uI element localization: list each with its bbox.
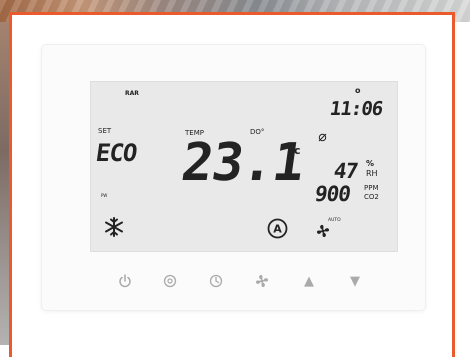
down-button[interactable]: ▼ [345, 271, 365, 291]
fan-icon [316, 223, 330, 242]
background-edge [0, 22, 9, 345]
set-label: SET [98, 127, 112, 135]
humidity-percent: % [366, 159, 375, 168]
fan-auto-label: AUTO [328, 218, 341, 223]
fan-button[interactable] [252, 271, 272, 291]
temperature-unit: c [294, 144, 301, 157]
lock-slash-icon [318, 127, 327, 146]
svg-text:A: A [273, 223, 282, 236]
auto-mode-icon: A [267, 218, 288, 243]
clock-button[interactable] [206, 271, 226, 291]
co2-value: 900 [313, 182, 352, 206]
fan-icon [255, 274, 269, 288]
up-button[interactable]: ▲ [299, 271, 319, 291]
humidity-value: 47 [332, 159, 359, 183]
humidity-label: RH [366, 169, 378, 178]
lcd-display: RAR SET ECO PW TEMP DO° 23.1 c A o 11:06 [90, 81, 398, 252]
power-icon [118, 274, 132, 288]
snowflake-icon [104, 217, 124, 241]
mode-icon [163, 274, 177, 288]
time-dot: o [355, 86, 361, 95]
up-arrow-icon: ▲ [304, 273, 314, 289]
down-arrow-icon: ▼ [350, 273, 360, 289]
clock-icon [209, 274, 223, 288]
mini-indicator: PW [101, 193, 108, 198]
temperature-display: 23.1 [177, 133, 308, 193]
co2-unit: PPM [364, 184, 379, 192]
co2-label: CO2 [364, 193, 379, 201]
lcd-top-indicator: RAR [125, 90, 139, 97]
eco-mode-text: ECO [94, 139, 139, 167]
time-display: 11:06 [328, 98, 384, 120]
power-button[interactable] [115, 271, 135, 291]
mode-button[interactable] [160, 271, 180, 291]
